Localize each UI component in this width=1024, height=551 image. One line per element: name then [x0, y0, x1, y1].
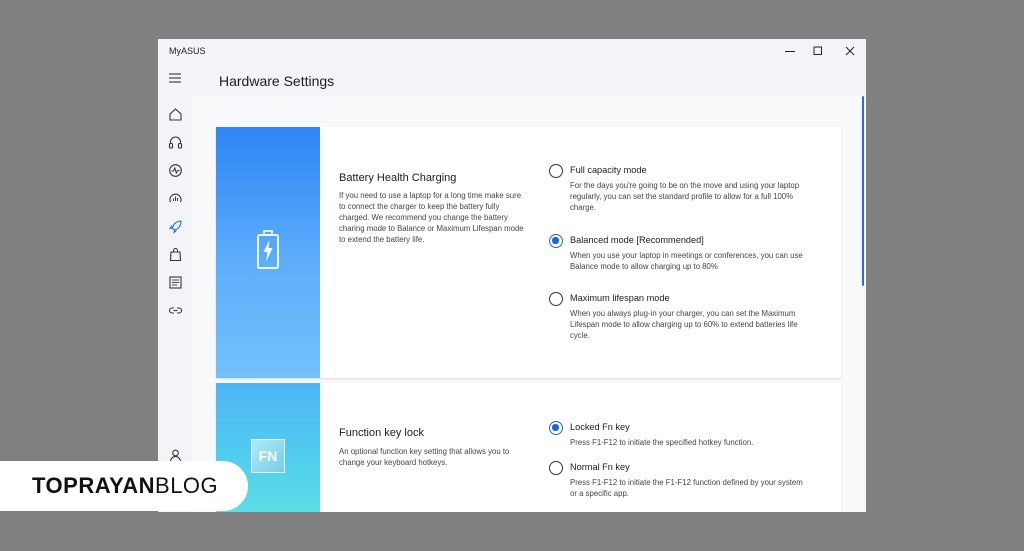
hamburger-menu-button[interactable]: [167, 70, 183, 86]
sidebar-item-store[interactable]: [167, 246, 183, 262]
fn-key-icon: FN: [251, 439, 285, 473]
close-button[interactable]: [835, 42, 865, 60]
sidebar-item-link-to-myasus[interactable]: [167, 302, 183, 318]
normal-fn-label[interactable]: Normal Fn key: [570, 462, 630, 472]
battery-description: If you need to use a laptop for a long t…: [339, 191, 524, 244]
maximize-icon: [813, 46, 822, 55]
sidebar-item-diagnostics[interactable]: [167, 162, 183, 178]
locked-fn-description: Press F1-F12 to initiate the specified h…: [570, 438, 754, 447]
sidebar-item-news[interactable]: [167, 274, 183, 290]
sidebar-item-customization[interactable]: [167, 218, 183, 234]
shopping-bag-icon: [169, 247, 181, 261]
function-key-lock-card: FN Function key lock An optional functio…: [216, 383, 841, 512]
hamburger-menu-icon: [169, 73, 181, 83]
battery-banner: [216, 127, 320, 378]
battery-charging-icon: [257, 230, 279, 269]
home-icon: [168, 107, 182, 121]
page-title: Hardware Settings: [219, 73, 335, 89]
maximize-button[interactable]: [803, 42, 833, 60]
sidebar-item-home[interactable]: [167, 106, 183, 122]
watermark-light-text: BLOG: [155, 473, 219, 498]
maximum-lifespan-radio[interactable]: [549, 292, 563, 306]
battery-health-charging-card: Battery Health Charging If you need to u…: [216, 127, 841, 378]
sidebar-item-support[interactable]: [167, 134, 183, 150]
close-icon: [845, 46, 855, 56]
headset-icon: [168, 136, 182, 149]
normal-fn-description: Press F1-F12 to initiate the F1-F12 func…: [570, 478, 803, 498]
minimize-button[interactable]: [775, 42, 805, 60]
balanced-mode-radio[interactable]: [549, 234, 563, 248]
full-capacity-label[interactable]: Full capacity mode: [570, 165, 647, 175]
diagnostics-icon: [168, 163, 182, 177]
rocket-icon: [168, 219, 182, 234]
locked-fn-label[interactable]: Locked Fn key: [570, 422, 630, 432]
vertical-scrollbar[interactable]: [862, 96, 864, 286]
sidebar-item-performance[interactable]: [167, 190, 183, 206]
link-icon: [168, 306, 182, 314]
title-bar: MyASUS: [158, 39, 866, 63]
maximum-lifespan-label[interactable]: Maximum lifespan mode: [570, 293, 670, 303]
full-capacity-description: For the days you're going to be on the m…: [570, 181, 800, 212]
system-performance-icon: [168, 193, 182, 202]
fn-lock-title: Function key lock: [339, 427, 424, 439]
balanced-mode-description: When you use your laptop in meetings or …: [570, 251, 803, 271]
full-capacity-radio[interactable]: [549, 164, 563, 178]
minimize-icon: [785, 51, 795, 52]
settings-content: Battery Health Charging If you need to u…: [192, 96, 866, 512]
app-title: MyASUS: [169, 46, 206, 56]
maximum-lifespan-description: When you always plug-in your charger, yo…: [570, 309, 798, 340]
news-icon: [168, 275, 182, 289]
watermark-bold-text: TOPRAYAN: [32, 473, 156, 498]
myasus-window: MyASUS Hardware Settings Battery Health …: [158, 39, 866, 512]
battery-title: Battery Health Charging: [339, 172, 457, 184]
watermark-logo: TOPRAYAN BLOG: [0, 461, 248, 511]
balanced-mode-label[interactable]: Balanced mode [Recommended]: [570, 235, 704, 245]
locked-fn-radio[interactable]: [549, 421, 563, 435]
fn-lock-description: An optional function key setting that al…: [339, 447, 510, 467]
sidebar: [158, 63, 192, 512]
normal-fn-radio[interactable]: [549, 461, 563, 475]
